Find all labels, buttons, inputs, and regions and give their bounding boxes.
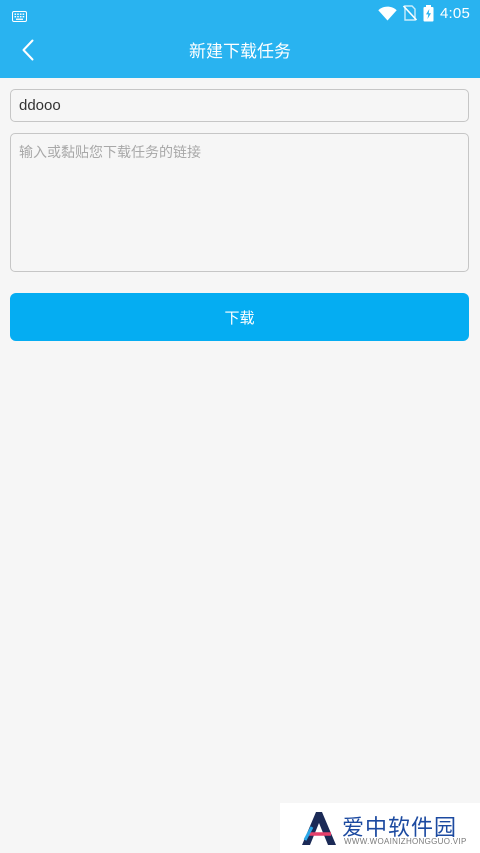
- status-time: 4:05: [440, 4, 470, 22]
- download-link-input[interactable]: [10, 133, 469, 272]
- wifi-icon: [378, 6, 397, 21]
- watermark: 爱中软件园 WWW.WOAINIZHONGGUO.VIP: [280, 803, 480, 853]
- download-button[interactable]: 下载: [10, 293, 469, 341]
- status-bar: 4:05: [0, 0, 480, 26]
- watermark-subtitle: WWW.WOAINIZHONGGUO.VIP: [344, 837, 467, 846]
- app-bar: 新建下载任务: [0, 26, 480, 78]
- keyboard-icon: [12, 7, 27, 26]
- task-name-input[interactable]: [10, 89, 469, 122]
- page-title: 新建下载任务: [189, 42, 291, 62]
- no-sim-icon: [403, 5, 417, 21]
- status-icons: 4:05: [378, 3, 470, 23]
- watermark-logo: [300, 809, 338, 851]
- battery-charging-icon: [423, 4, 434, 22]
